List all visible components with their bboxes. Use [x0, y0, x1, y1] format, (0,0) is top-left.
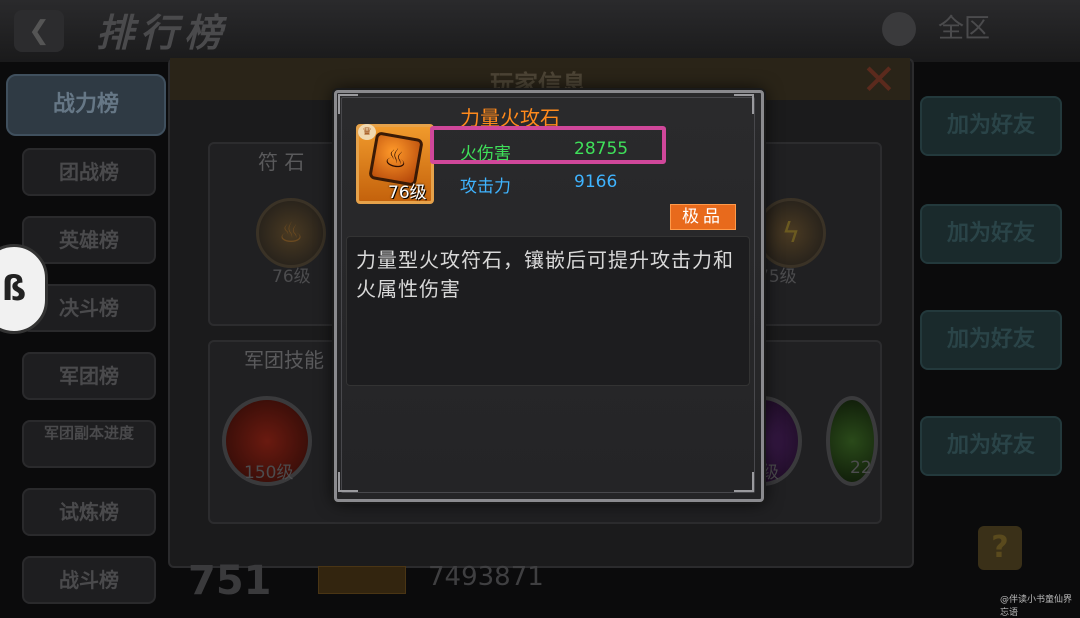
server-selector[interactable]: 全区 [938, 8, 990, 45]
add-friend-button[interactable]: 加为好友 [920, 310, 1062, 370]
corner-ornament [734, 472, 754, 492]
close-icon[interactable]: ✕ [856, 59, 902, 101]
help-icon[interactable]: ? [978, 526, 1022, 570]
add-friend-button[interactable]: 加为好友 [920, 96, 1062, 156]
rune-slot-level: 76级 [272, 267, 311, 287]
rune-slot-icon[interactable]: ♨ [256, 198, 326, 268]
corner-ornament [338, 472, 358, 492]
quality-badge: 极品 [670, 204, 736, 230]
add-friend-button[interactable]: 加为好友 [920, 204, 1062, 264]
back-icon: ❮ [28, 16, 50, 46]
skill-level: 150级 [244, 463, 294, 483]
player-power: 7493871 [428, 562, 544, 592]
rune-slot-icon[interactable]: ϟ [756, 198, 826, 268]
floating-assistant-icon[interactable]: ß [0, 244, 48, 334]
tab-rank-1[interactable]: 团战榜 [22, 148, 156, 196]
tab-rank-5[interactable]: 军团副本进度 [22, 420, 156, 468]
tab-rank-6[interactable]: 试炼榜 [22, 488, 156, 536]
page-title: 排行榜 [96, 11, 229, 55]
player-rank: 751 [188, 558, 272, 604]
server-icon [882, 12, 916, 46]
item-description: 力量型火攻符石，镶嵌后可提升攻击力和火属性伤害 [356, 248, 734, 301]
watermark: @伴读小书童仙界忘语 [1000, 595, 1073, 618]
tab-rank-4[interactable]: 军团榜 [22, 352, 156, 400]
corner-ornament [338, 94, 358, 114]
player-tag [318, 566, 406, 594]
skill-level: 22 [850, 458, 872, 478]
tab-rank-2[interactable]: 英雄榜 [22, 216, 156, 264]
tab-rank-7[interactable]: 战斗榜 [22, 556, 156, 604]
stat-value-fire-damage: 28755 [574, 139, 629, 159]
back-button[interactable]: ❮ [14, 10, 64, 52]
add-friend-button[interactable]: 加为好友 [920, 416, 1062, 476]
stat-value-attack: 9166 [574, 172, 618, 192]
stat-name-attack: 攻击力 [460, 177, 511, 197]
rune-section-label: 符 石 [258, 150, 305, 174]
corner-ornament [734, 94, 754, 114]
skill-level: 级 [762, 463, 779, 483]
stat-name-fire-damage: 火伤害 [460, 144, 511, 164]
legion-skill-label: 军团技能 [244, 348, 324, 372]
tab-power-rank[interactable]: 战力榜 [6, 74, 166, 136]
crown-icon: ♛ [358, 124, 376, 140]
item-level: 76级 [388, 183, 427, 203]
